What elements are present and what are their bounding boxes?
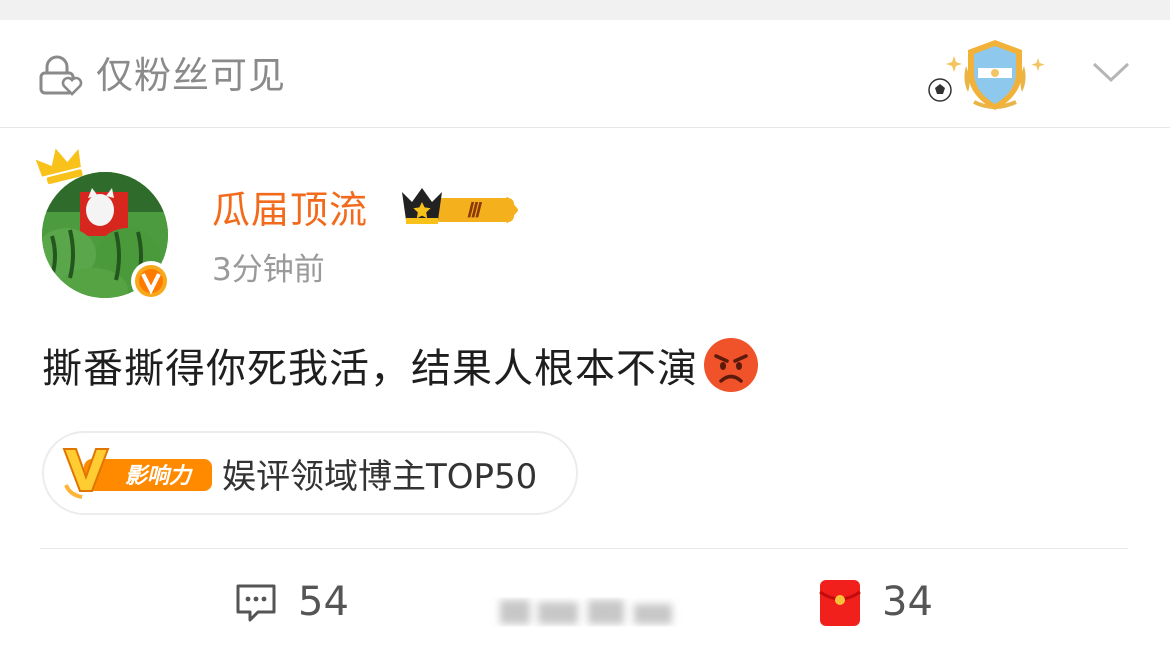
lock-heart-icon: [39, 55, 83, 96]
influence-badge-icon: 影响力: [62, 448, 212, 499]
red-packet-icon[interactable]: [818, 578, 862, 628]
angry-face-icon: [704, 338, 758, 392]
influence-label: 娱评领域博主TOP50: [222, 456, 538, 497]
post-text: 撕番撕得你死我活，结果人根本不演: [42, 334, 760, 396]
verified-v-icon: [131, 261, 171, 301]
vip-crown-badge[interactable]: Ⅲ: [398, 184, 518, 230]
red-packet-count[interactable]: 34: [882, 574, 933, 630]
svg-text:Ⅲ: Ⅲ: [466, 200, 482, 222]
comment-count[interactable]: 54: [298, 574, 349, 630]
post-text-content: 撕番撕得你死我活，结果人根本不演: [42, 346, 698, 392]
svg-text:影响力: 影响力: [125, 463, 193, 488]
post-timestamp: 3分钟前: [212, 252, 325, 288]
chevron-down-icon[interactable]: [1090, 58, 1132, 86]
blurred-content: [500, 600, 672, 624]
visibility-label: 仅粉丝可见: [96, 54, 286, 97]
comment-icon[interactable]: [234, 580, 278, 624]
author-avatar[interactable]: [34, 146, 180, 302]
argentina-shield-badge-icon: [928, 40, 1045, 110]
visibility-bar: 仅粉丝可见: [0, 20, 1170, 128]
crown-icon: [35, 148, 83, 185]
action-divider: [40, 548, 1128, 549]
top-strip: [0, 0, 1170, 20]
author-name[interactable]: 瓜届顶流: [212, 184, 368, 236]
influence-tag[interactable]: 影响力 娱评领域博主TOP50: [42, 431, 578, 515]
